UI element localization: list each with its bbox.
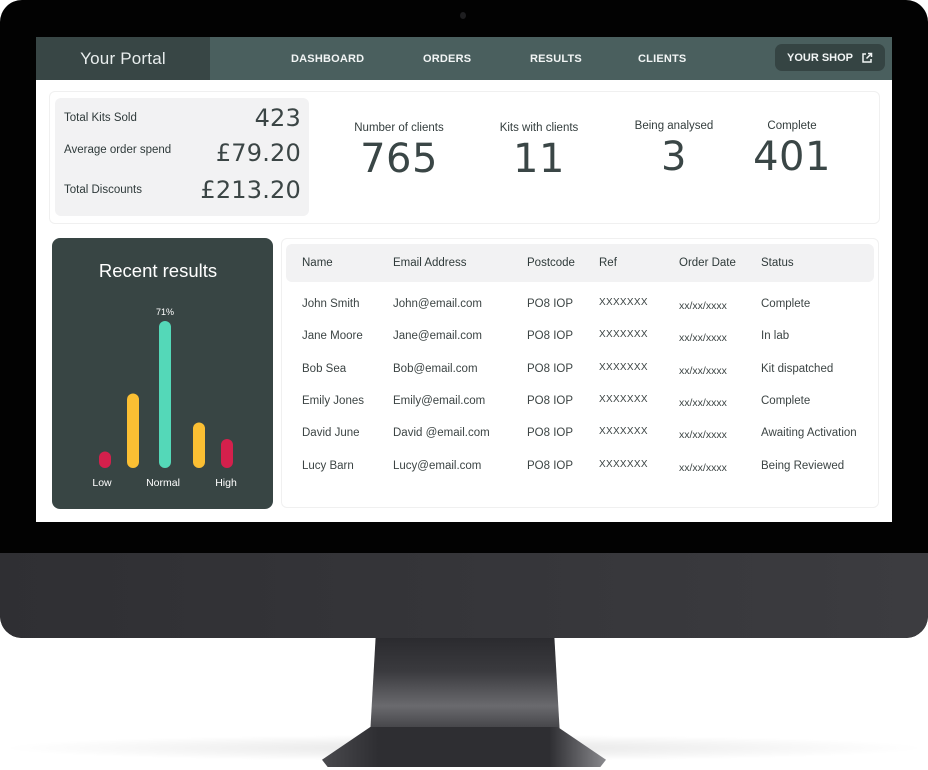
kpi-label: Number of clients — [354, 122, 444, 134]
cell-status: Being Reviewed — [761, 460, 845, 472]
cell-email: Emily@email.com — [393, 395, 486, 407]
cell-postcode: PO8 IOP — [527, 460, 574, 472]
column-header[interactable]: Postcode — [527, 257, 575, 269]
chart-bar — [127, 393, 139, 468]
kpi-number-of-clients: Number of clients 765 — [329, 122, 469, 182]
screen: Your Portal DASHBOARD ORDERS RESULTS CLI… — [36, 37, 892, 522]
cell-ref: XXXXXXX — [599, 394, 648, 405]
summary-label: Average order spend — [64, 144, 172, 156]
cell-email: Bob@email.com — [393, 363, 478, 375]
cell-status: Awaiting Activation — [761, 427, 857, 439]
cell-postcode: PO8 IOP — [527, 330, 574, 342]
cell-ref: XXXXXXX — [599, 297, 648, 308]
external-link-icon — [862, 52, 873, 63]
cell-status: Kit dispatched — [761, 363, 834, 375]
chart-bar — [99, 451, 111, 468]
cell-name: John Smith — [302, 298, 360, 310]
cell-postcode: PO8 IOP — [527, 427, 574, 439]
chart-tick-label: High — [215, 477, 237, 489]
orders-table: Name Email Address Postcode Ref Order Date St… — [281, 238, 879, 508]
cell-name: Bob Sea — [302, 363, 347, 375]
summary-value: £213.20 — [200, 176, 301, 204]
cell-email: Jane@email.com — [393, 330, 483, 342]
cell-email: Lucy@email.com — [393, 460, 482, 472]
chart-data-label: 71% — [156, 307, 174, 317]
summary-card: Total Kits Sold 423 Average order spend … — [55, 98, 309, 216]
cell-order-date: xx/xx/xxxx — [679, 429, 727, 441]
your-shop-button[interactable]: YOUR SHOP — [775, 44, 885, 71]
summary-label: Total Kits Sold — [64, 112, 137, 124]
summary-row-discounts: Total Discounts £213.20 — [64, 176, 301, 204]
table-header: Name Email Address Postcode Ref Order Date St… — [286, 244, 874, 282]
cell-email: David @email.com — [393, 427, 490, 439]
cell-name: Jane Moore — [302, 330, 363, 342]
nav-results[interactable]: RESULTS — [530, 37, 582, 80]
cell-postcode: PO8 IOP — [527, 363, 574, 375]
nav-dashboard[interactable]: DASHBOARD — [291, 37, 364, 80]
kpi-label: Complete — [767, 120, 817, 132]
monitor-stand-neck — [370, 636, 560, 736]
cell-email: John@email.com — [393, 298, 483, 310]
chart-bar — [193, 422, 205, 468]
column-header[interactable]: Email Address — [393, 257, 467, 269]
recent-results-card: Recent results 71% Low Normal High — [52, 238, 273, 509]
column-header[interactable]: Name — [302, 257, 333, 269]
cell-status: Complete — [761, 395, 811, 407]
cell-name: Emily Jones — [302, 395, 364, 407]
chart-bar — [221, 439, 233, 468]
cell-order-date: xx/xx/xxxx — [679, 332, 727, 344]
nav-orders[interactable]: ORDERS — [423, 37, 471, 80]
recent-results-chart: 71% Low Normal High — [92, 307, 237, 489]
cell-order-date: xx/xx/xxxx — [679, 365, 727, 377]
chart-tick-label: Low — [92, 477, 112, 489]
cell-order-date: xx/xx/xxxx — [679, 462, 727, 474]
cell-ref: XXXXXXX — [599, 426, 648, 437]
cell-order-date: xx/xx/xxxx — [679, 300, 727, 312]
cell-ref: XXXXXXX — [599, 362, 648, 373]
cell-ref: XXXXXXX — [599, 459, 648, 470]
cell-ref: XXXXXXX — [599, 329, 648, 340]
summary-label: Total Discounts — [64, 184, 142, 196]
kpi-complete: Complete 401 — [722, 120, 862, 180]
column-header[interactable]: Status — [761, 257, 794, 269]
column-header[interactable]: Order Date — [679, 257, 736, 269]
cell-status: In lab — [761, 330, 790, 342]
cell-postcode: PO8 IOP — [527, 298, 574, 310]
cell-name: Lucy Barn — [302, 460, 354, 472]
kpi-kits-with-clients: Kits with clients 11 — [469, 122, 609, 182]
summary-row-kits-sold: Total Kits Sold 423 — [64, 104, 301, 132]
cell-status: Complete — [761, 298, 811, 310]
top-nav-bar: Your Portal DASHBOARD ORDERS RESULTS CLI… — [36, 37, 892, 80]
monitor-stand-foot — [322, 727, 606, 767]
cell-order-date: xx/xx/xxxx — [679, 397, 727, 409]
chart-bar — [159, 321, 171, 468]
column-header[interactable]: Ref — [599, 257, 617, 269]
brand-title[interactable]: Your Portal — [36, 37, 210, 80]
summary-value: 423 — [254, 104, 301, 132]
camera-icon — [460, 12, 466, 19]
kpi-label: Kits with clients — [499, 122, 579, 134]
stats-panel: Total Kits Sold 423 Average order spend … — [49, 91, 880, 224]
monitor-bezel: Your Portal DASHBOARD ORDERS RESULTS CLI… — [0, 0, 928, 638]
chart-tick-label: Normal — [146, 477, 180, 489]
kpi-value: 11 — [513, 136, 565, 182]
summary-row-average-spend: Average order spend £79.20 — [64, 139, 301, 167]
kpi-value: 765 — [360, 136, 438, 182]
cell-postcode: PO8 IOP — [527, 395, 574, 407]
nav-clients[interactable]: CLIENTS — [638, 37, 686, 80]
your-shop-label: YOUR SHOP — [786, 51, 853, 64]
monitor-chin — [0, 553, 928, 638]
summary-value: £79.20 — [215, 139, 301, 167]
kpi-value: 401 — [753, 134, 831, 180]
cell-name: David June — [302, 427, 360, 439]
